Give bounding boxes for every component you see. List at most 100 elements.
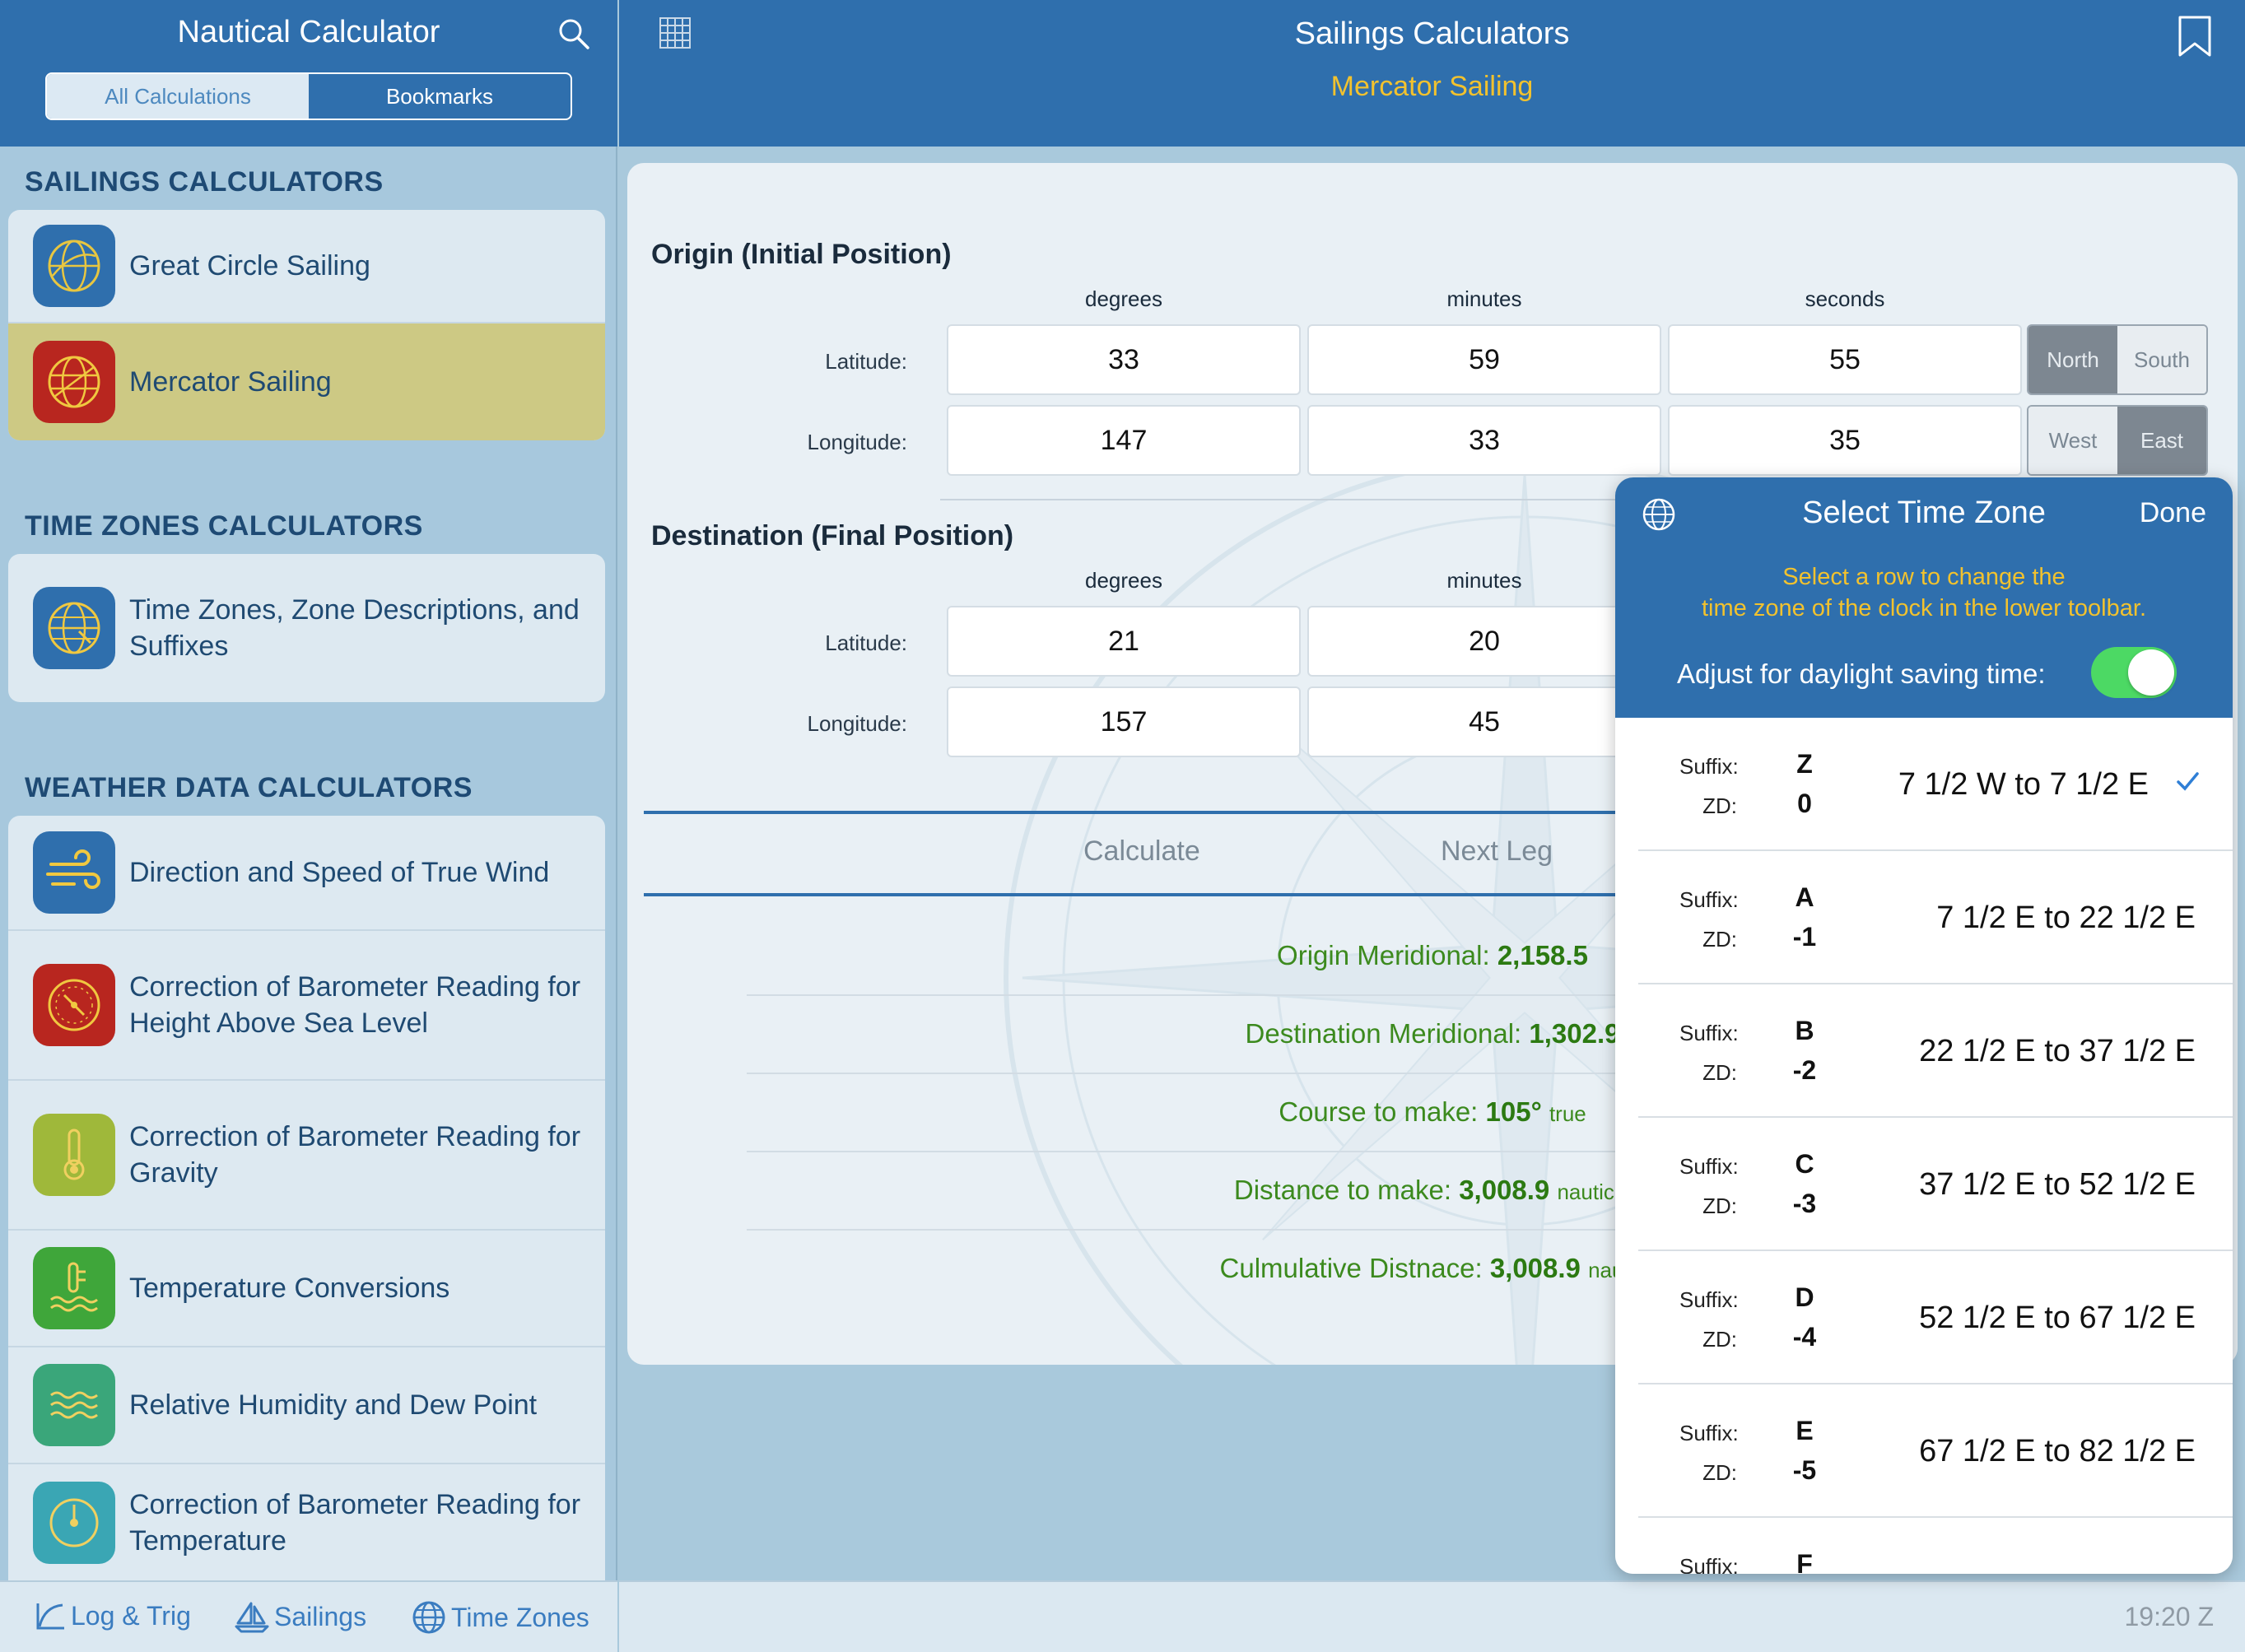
result-value: 105° [1485,1096,1542,1127]
zone-range: 7 1/2 W to 7 1/2 E [1898,767,2149,802]
sidebar-title: Nautical Calculator [177,15,440,49]
done-button[interactable]: Done [2140,497,2206,529]
zone-range: 67 1/2 E to 82 1/2 E [1919,1434,2196,1468]
sidebar: Nautical Calculator All Calculations Boo… [0,0,617,1652]
hint-line: Select a row to change the [1782,564,2066,590]
time-zone-row[interactable]: Suffix: ZD: C -3 37 1/2 E to 52 1/2 E [1615,1118,2233,1251]
origin-latitude-degrees-input[interactable]: 33 [947,324,1301,395]
result-label: Course to make: [1279,1096,1479,1127]
zone-suffix: A [1795,882,1814,912]
tab-sailings[interactable]: Sailings [235,1600,366,1633]
search-icon[interactable] [557,16,591,51]
time-zone-row[interactable]: Suffix: ZD: A -1 7 1/2 E to 22 1/2 E [1615,851,2233,984]
time-zone-row[interactable]: Suffix: ZD: D -4 52 1/2 E to 67 1/2 E [1615,1251,2233,1384]
tab-time-zones[interactable]: Time Zones [412,1600,589,1635]
origin-longitude-hemisphere-toggle: West East [2027,405,2208,476]
clock-globe-icon [33,587,115,669]
popover-header: Select Time Zone Done Select a row to ch… [1615,477,2233,718]
result-label: Origin Meridional: [1277,940,1490,970]
origin-latitude-seconds-input[interactable]: 55 [1668,324,2022,395]
hint-line: time zone of the clock in the lower tool… [1701,595,2146,621]
segment-all-calculations[interactable]: All Calculations [47,74,309,119]
sidebar-item-great-circle-sailing[interactable]: Great Circle Sailing [8,210,605,323]
calculate-button[interactable]: Calculate [1083,835,1200,868]
origin-longitude-label: Longitude: [807,430,907,454]
east-option[interactable]: East [2117,407,2206,474]
sidebar-item-true-wind[interactable]: Direction and Speed of True Wind [8,816,605,931]
destination-latitude-minutes-input[interactable]: 20 [1307,606,1661,677]
time-zone-row[interactable]: Suffix:ZD:F [1615,1518,2233,1574]
col-seconds: seconds [1805,286,1885,311]
time-zone-row[interactable]: Suffix: ZD: Z 0 7 1/2 W to 7 1/2 E [1615,718,2233,851]
sidebar-item-label: Mercator Sailing [129,366,332,398]
tab-label: Log & Trig [71,1600,191,1631]
sidebar-item-label: Correction of Barometer Reading for Temp… [129,1488,581,1557]
segmented-control: All Calculations Bookmarks [45,72,572,120]
sidebar-item-label: Relative Humidity and Dew Point [129,1389,538,1421]
zd-label: ZD: [1702,1060,1737,1085]
bottom-toolbar-left: Log & Trig Sailings Time Zones [0,1580,617,1652]
zone-suffix: F [1796,1549,1813,1574]
weather-group: Direction and Speed of True Wind Correct… [8,816,605,1580]
zone-range: 37 1/2 E to 52 1/2 E [1919,1167,2196,1202]
zone-description: -1 [1792,922,1817,952]
segment-bookmarks[interactable]: Bookmarks [309,74,571,119]
zone-suffix: Z [1796,749,1813,779]
destination-longitude-degrees-input[interactable]: 157 [947,686,1301,757]
destination-longitude-minutes-input[interactable]: 45 [1307,686,1661,757]
graph-icon [36,1603,64,1630]
origin-longitude-seconds-input[interactable]: 35 [1668,405,2022,476]
west-option[interactable]: West [2028,407,2117,474]
zone-suffix: D [1795,1282,1814,1312]
thermometer-waves-icon [33,1247,115,1329]
south-option[interactable]: South [2117,326,2206,393]
next-leg-button[interactable]: Next Leg [1441,835,1553,868]
clock-readout[interactable]: 19:20 Z [2124,1602,2214,1632]
tab-label: Sailings [274,1601,367,1631]
col-minutes: minutes [1446,568,1522,593]
sailings-group: Great Circle Sailing Mercator Sailing [8,210,605,440]
thermometer-icon [33,1114,115,1196]
globe-icon [412,1601,445,1634]
zone-description: -5 [1792,1455,1817,1485]
sidebar-item-label: Great Circle Sailing [129,250,370,282]
col-minutes: minutes [1446,286,1522,311]
section-title-time-zones: TIME ZONES CALCULATORS [25,510,423,542]
result-label: Culmulative Distnace: [1219,1253,1483,1283]
zone-description: -4 [1792,1322,1817,1352]
humidity-waves-icon [33,1364,115,1446]
result-label: Destination Meridional: [1245,1018,1522,1049]
origin-longitude-degrees-input[interactable]: 147 [947,405,1301,476]
sidebar-item-barometer-gravity[interactable]: Correction of Barometer Reading for Grav… [8,1081,605,1231]
destination-latitude-degrees-input[interactable]: 21 [947,606,1301,677]
sidebar-item-mercator-sailing[interactable]: Mercator Sailing [8,323,605,440]
origin-latitude-hemisphere-toggle: North South [2027,324,2208,395]
bookmark-icon[interactable] [2177,15,2212,58]
suffix-label: Suffix: [1679,1287,1739,1312]
sidebar-item-label: Direction and Speed of True Wind [129,857,550,888]
suffix-label: Suffix: [1679,1021,1739,1045]
dst-label: Adjust for daylight saving time: [1677,658,2046,689]
zone-description: -2 [1792,1055,1817,1085]
popover-hint: Select a row to change the time zone of … [1615,561,2233,624]
zd-label: ZD: [1702,1460,1737,1485]
result-label: Distance to make: [1233,1175,1452,1205]
time-zone-row[interactable]: Suffix: ZD: B -2 22 1/2 E to 37 1/2 E [1615,984,2233,1118]
zone-range: 7 1/2 E to 22 1/2 E [1936,900,2196,935]
sidebar-item-barometer-temperature[interactable]: Correction of Barometer Reading for Temp… [8,1464,605,1580]
origin-longitude-minutes-input[interactable]: 33 [1307,405,1661,476]
sidebar-item-temperature-conversions[interactable]: Temperature Conversions [8,1231,605,1347]
zd-label: ZD: [1702,927,1737,952]
sidebar-item-barometer-height[interactable]: Correction of Barometer Reading for Heig… [8,931,605,1081]
origin-latitude-minutes-input[interactable]: 59 [1307,324,1661,395]
north-option[interactable]: North [2028,326,2117,393]
tab-log-trig[interactable]: Log & Trig [35,1600,191,1631]
dst-toggle[interactable] [2091,647,2177,698]
zone-description: -3 [1792,1189,1817,1218]
time-zone-row[interactable]: Suffix: ZD: E -5 67 1/2 E to 82 1/2 E [1615,1384,2233,1518]
col-degrees: degrees [1085,568,1162,593]
sidebar-item-humidity-dew-point[interactable]: Relative Humidity and Dew Point [8,1347,605,1464]
zone-range: 22 1/2 E to 37 1/2 E [1919,1034,2196,1068]
origin-title: Origin (Initial Position) [651,239,952,270]
sidebar-item-time-zones[interactable]: Time Zones, Zone Descriptions, and Suffi… [8,554,605,702]
